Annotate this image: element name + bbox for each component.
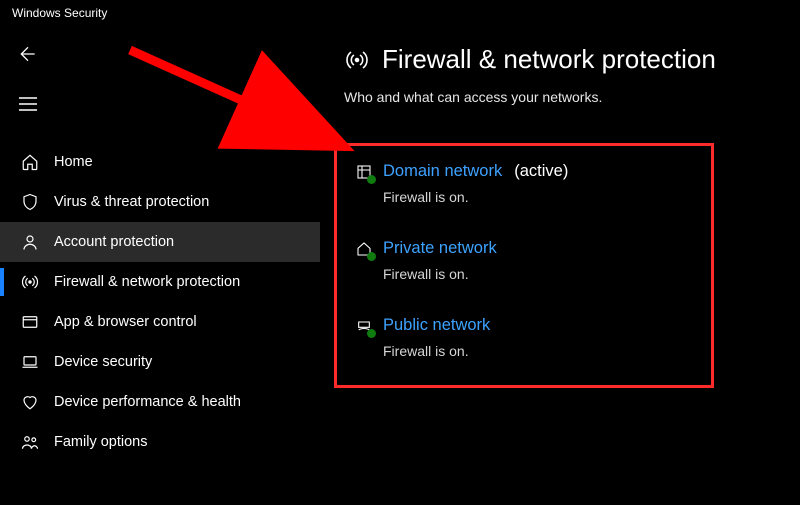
- hamburger-icon: [19, 97, 37, 111]
- public-network-icon: [355, 317, 373, 335]
- network-item-private: Private network Firewall is on.: [355, 239, 693, 282]
- sidebar-item-home[interactable]: Home: [0, 142, 320, 182]
- sidebar: Home Virus & threat protection Account p…: [0, 30, 320, 505]
- antenna-icon: [20, 272, 40, 292]
- private-network-icon: [355, 240, 373, 258]
- network-item-domain: Domain network (active) Firewall is on.: [355, 162, 693, 205]
- sidebar-item-label: Account protection: [54, 234, 174, 250]
- laptop-icon: [20, 352, 40, 372]
- arrow-left-icon: [18, 44, 38, 64]
- window-title: Windows Security: [0, 0, 800, 30]
- sidebar-item-device-security[interactable]: Device security: [0, 342, 320, 382]
- home-icon: [20, 152, 40, 172]
- family-icon: [20, 432, 40, 452]
- network-item-public: Public network Firewall is on.: [355, 316, 693, 359]
- sidebar-item-firewall[interactable]: Firewall & network protection: [0, 262, 320, 302]
- sidebar-item-app-browser[interactable]: App & browser control: [0, 302, 320, 342]
- person-icon: [20, 232, 40, 252]
- network-label: Domain network: [383, 162, 502, 181]
- antenna-icon: [344, 47, 370, 73]
- network-label: Public network: [383, 316, 490, 335]
- network-label: Private network: [383, 239, 497, 258]
- back-button[interactable]: [12, 38, 44, 70]
- sidebar-item-label: Device performance & health: [54, 394, 241, 410]
- sidebar-item-label: App & browser control: [54, 314, 197, 330]
- network-link-private[interactable]: Private network: [355, 239, 693, 258]
- sidebar-item-label: Family options: [54, 434, 147, 450]
- sidebar-item-performance[interactable]: Device performance & health: [0, 382, 320, 422]
- network-status: Firewall is on.: [383, 266, 693, 282]
- browser-icon: [20, 312, 40, 332]
- network-link-public[interactable]: Public network: [355, 316, 693, 335]
- network-status: Firewall is on.: [383, 189, 693, 205]
- network-active-suffix: (active): [514, 162, 568, 181]
- sidebar-item-virus[interactable]: Virus & threat protection: [0, 182, 320, 222]
- sidebar-item-label: Device security: [54, 354, 152, 370]
- page-subtitle: Who and what can access your networks.: [344, 89, 790, 105]
- network-link-domain[interactable]: Domain network (active): [355, 162, 693, 181]
- sidebar-item-label: Virus & threat protection: [54, 194, 209, 210]
- sidebar-item-label: Firewall & network protection: [54, 274, 240, 290]
- menu-button[interactable]: [12, 88, 44, 120]
- annotation-highlight-box: Domain network (active) Firewall is on. …: [334, 143, 714, 388]
- sidebar-item-label: Home: [54, 154, 93, 170]
- shield-icon: [20, 192, 40, 212]
- sidebar-item-family[interactable]: Family options: [0, 422, 320, 462]
- nav-list: Home Virus & threat protection Account p…: [0, 142, 320, 462]
- domain-network-icon: [355, 163, 373, 181]
- heart-icon: [20, 392, 40, 412]
- sidebar-item-account[interactable]: Account protection: [0, 222, 320, 262]
- page-title: Firewall & network protection: [382, 44, 716, 75]
- network-status: Firewall is on.: [383, 343, 693, 359]
- main-content: Firewall & network protection Who and wh…: [320, 30, 800, 505]
